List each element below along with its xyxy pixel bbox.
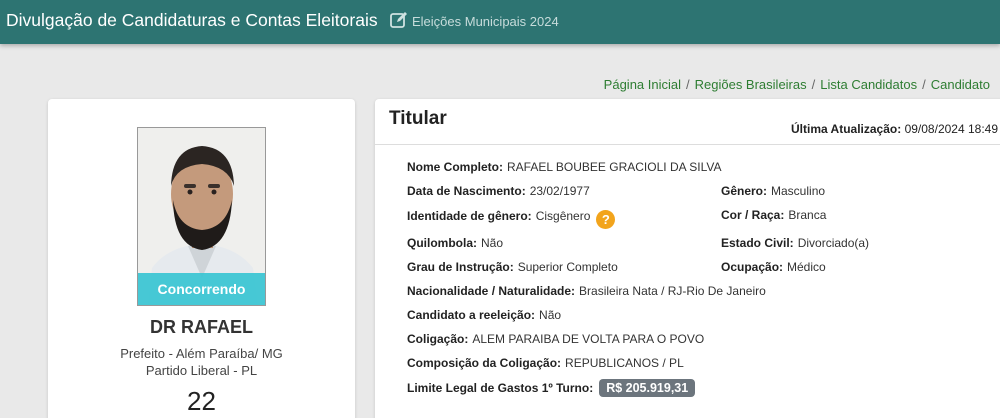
breadcrumb-separator: / (922, 77, 926, 92)
details-header: Titular Última Atualização: 09/08/2024 1… (375, 99, 1000, 145)
field-label: Identidade de gênero: (407, 209, 532, 223)
field-coalition-composition: Composição da Coligação: REPUBLICANOS / P… (407, 356, 684, 370)
candidate-office: Prefeito - Além Paraíba/ MG (120, 346, 283, 361)
field-gender: Gênero: Masculino (721, 184, 825, 198)
breadcrumb-home[interactable]: Página Inicial (604, 77, 681, 92)
help-icon[interactable]: ? (596, 210, 616, 229)
candidate-party: Partido Liberal - PL (145, 363, 258, 378)
field-value: Branca (788, 208, 827, 222)
details-heading: Titular (389, 108, 447, 129)
field-label: Grau de Instrução: (407, 260, 514, 274)
breadcrumb-separator: / (811, 77, 816, 92)
candidate-number: 22 (187, 386, 216, 416)
field-label: Nome Completo: (407, 160, 503, 174)
field-reelection: Candidato a reeleição: Não (407, 308, 561, 322)
app-title[interactable]: Divulgação de Candidaturas e Contas Elei… (6, 10, 378, 31)
field-value: Médico (787, 260, 826, 274)
field-label: Ocupação: (721, 260, 784, 274)
spending-limit-badge: R$ 205.919,31 (599, 379, 696, 397)
last-update: Última Atualização: 09/08/2024 18:49 (791, 122, 998, 136)
field-label: Candidato a reeleição: (407, 308, 536, 322)
breadcrumb-candidate-list[interactable]: Lista Candidatos (820, 77, 917, 92)
field-label: Data de Nascimento: (407, 184, 526, 198)
field-value: RAFAEL BOUBEE GRACIOLI DA SILVA (507, 160, 722, 174)
candidate-photo: Concorrendo (137, 127, 266, 306)
field-nationality: Nacionalidade / Naturalidade: Brasileira … (407, 284, 766, 298)
field-label: Gênero: (721, 184, 768, 198)
breadcrumb-regions[interactable]: Regiões Brasileiras (695, 77, 807, 92)
field-value: 23/02/1977 (529, 184, 590, 198)
field-value: Divorciado(a) (797, 236, 870, 250)
field-value: Masculino (771, 184, 826, 198)
status-badge: Concorrendo (138, 273, 265, 305)
field-label: Composição da Coligação: (407, 356, 562, 370)
field-value: ALEM PARAIBA DE VOLTA PARA O POVO (472, 332, 705, 346)
field-spending-limit: Limite Legal de Gastos 1º Turno: R$ 205.9… (407, 379, 696, 397)
last-update-label: Última Atualização: (790, 122, 902, 136)
field-birth-date: Data de Nascimento: 23/02/1977 (407, 184, 590, 198)
candidate-ballot-name: DR RAFAEL (150, 317, 253, 337)
field-label: Coligação: (407, 332, 469, 346)
field-value: Não (539, 308, 562, 322)
field-occupation: Ocupação: Médico (721, 260, 826, 274)
field-coalition: Coligação: ALEM PARAIBA DE VOLTA PARA O P… (407, 332, 704, 346)
breadcrumb-separator: / (686, 77, 690, 92)
field-quilombola: Quilombola: Não (407, 236, 503, 250)
details-card: Titular Última Atualização: 09/08/2024 1… (375, 99, 1000, 418)
edit-icon[interactable] (389, 10, 409, 30)
field-value: Cisgênero (535, 209, 591, 223)
last-update-value: 09/08/2024 18:49 (904, 122, 998, 136)
breadcrumb-current: Candidato (930, 77, 990, 92)
field-value: Não (481, 236, 504, 250)
field-value: REPUBLICANOS / PL (565, 356, 684, 370)
field-label: Quilombola: (407, 236, 477, 250)
field-full-name: Nome Completo: RAFAEL BOUBEE GRACIOLI DA … (407, 160, 722, 174)
field-race: Cor / Raça: Branca (721, 208, 826, 222)
field-marital-status: Estado Civil: Divorciado(a) (721, 236, 869, 250)
field-value: Superior Completo (517, 260, 618, 274)
field-label: Nacionalidade / Naturalidade: (407, 284, 576, 298)
candidate-card: Concorrendo DR RAFAEL Prefeito - Além Pa… (48, 99, 355, 418)
field-value: Brasileira Nata / RJ-Rio De Janeiro (579, 284, 766, 298)
field-label: Limite Legal de Gastos 1º Turno: (407, 381, 594, 395)
field-education: Grau de Instrução: Superior Completo (407, 260, 618, 274)
field-label: Cor / Raça: (721, 208, 785, 222)
election-subtitle[interactable]: Eleições Municipais 2024 (412, 14, 559, 29)
top-bar: Divulgação de Candidaturas e Contas Elei… (0, 0, 1000, 44)
field-gender-identity: Identidade de gênero: Cisgênero? (407, 209, 616, 229)
field-label: Estado Civil: (721, 236, 794, 250)
breadcrumb: Página Inicial / Regiões Brasileiras / Lista… (604, 77, 990, 92)
